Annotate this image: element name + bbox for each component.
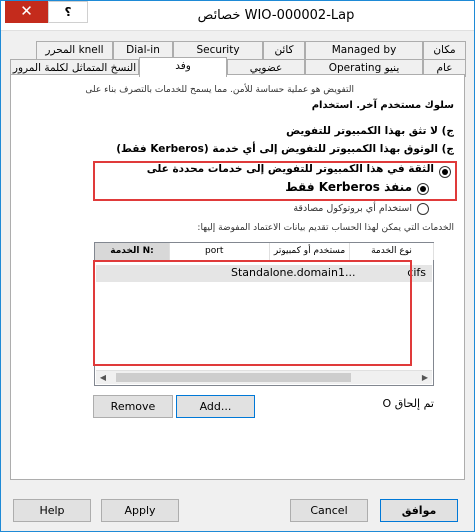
- expanded-checkbox-label[interactable]: تم إلحاق O: [383, 397, 434, 410]
- option-trust-any[interactable]: ج) الوثوق بهذا الكمبيوتر للتفويض إلى أي …: [116, 143, 454, 155]
- add-button[interactable]: Add...: [176, 395, 255, 418]
- scroll-left-icon[interactable]: ◀: [96, 371, 110, 384]
- help-button[interactable]: Help: [13, 499, 91, 522]
- delegation-description-2: سلوك مستخدم آخر. استخدام: [311, 100, 454, 111]
- tab-delegation[interactable]: وفد: [139, 57, 227, 77]
- services-label: الخدمات التي يمكن لهذا الحساب تقديم بيان…: [197, 223, 454, 233]
- horizontal-scrollbar[interactable]: ◀ ▶: [96, 370, 432, 384]
- radio-any-protocol[interactable]: [417, 203, 429, 215]
- col-user-computer[interactable]: مستخدم أو كمبيوتر: [270, 243, 350, 260]
- remove-button[interactable]: Remove: [93, 395, 173, 418]
- scroll-right-icon[interactable]: ▶: [418, 371, 432, 384]
- ok-button[interactable]: موافق: [380, 499, 458, 522]
- properties-dialog: ✕ ؟ خصائص WIO-000002-Lap مكان Managed by…: [0, 0, 475, 532]
- apply-button[interactable]: Apply: [101, 499, 179, 522]
- option-any-protocol[interactable]: استخدام أي بروتوكول مصادقة: [293, 203, 412, 214]
- highlight-services-list: [93, 260, 412, 366]
- option-no-trust[interactable]: ج) لا تثق بهذا الكمبيوتر للتفويض: [286, 125, 454, 137]
- tab-managed-by[interactable]: Managed by: [305, 41, 423, 59]
- window-title: خصائص WIO-000002-Lap: [197, 8, 355, 23]
- highlight-trust-specified: [93, 161, 457, 201]
- tab-location[interactable]: مكان: [423, 41, 466, 59]
- col-service-name[interactable]: الخدمة N:: [95, 243, 170, 260]
- title-bar: ✕ ؟ خصائص WIO-000002-Lap: [1, 1, 474, 31]
- col-port[interactable]: port: [170, 243, 270, 260]
- scroll-thumb[interactable]: [116, 373, 351, 382]
- cancel-button[interactable]: Cancel: [290, 499, 368, 522]
- tab-attribute-editor[interactable]: المحرر knell: [36, 41, 113, 59]
- col-service-type[interactable]: نوع الخدمة: [350, 243, 434, 260]
- delegation-description: التفويض هو عملية حساسة للأمن. مما يسمح ل…: [85, 85, 354, 95]
- close-button[interactable]: ✕: [5, 1, 48, 23]
- tab-object[interactable]: كائن: [263, 41, 305, 59]
- help-title-button[interactable]: ؟: [48, 1, 88, 23]
